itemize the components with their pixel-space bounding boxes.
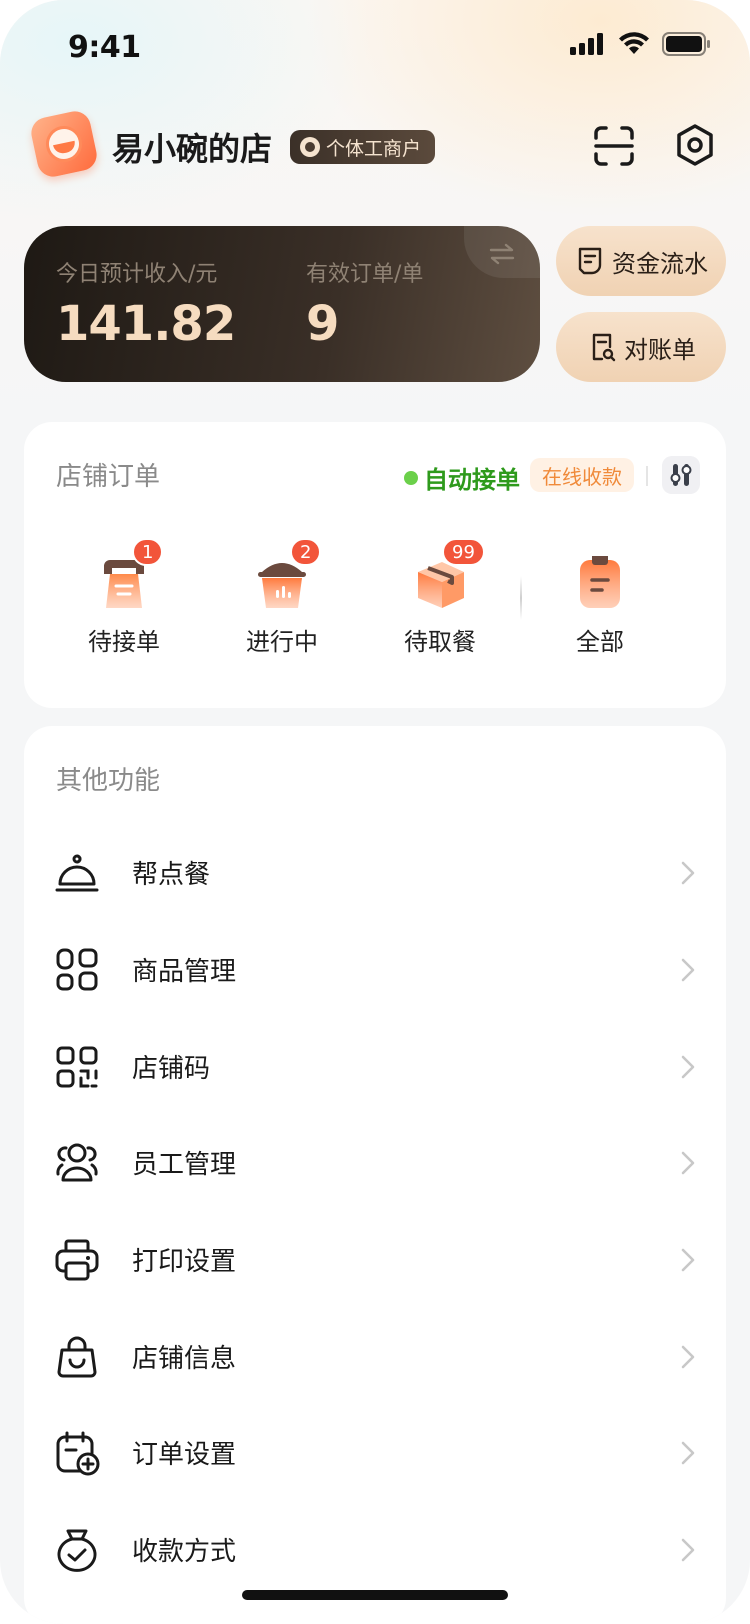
chevron-right-icon <box>681 1248 695 1272</box>
clipboard-icon <box>580 556 620 608</box>
bill-search-icon <box>592 333 616 362</box>
auto-accept-toggle[interactable]: 自动接单 <box>404 460 520 495</box>
calendar-add-icon <box>56 1431 100 1476</box>
fund-flow-label: 资金流水 <box>612 249 708 278</box>
service-bell-icon <box>55 854 99 892</box>
other-functions-card: 其他功能 帮点餐 商品管理 店铺码 员工管理 打印设置 店铺信息 订单设置 收款… <box>24 726 726 1624</box>
merchant-type-label: 个体工商户 <box>326 137 422 160</box>
in-progress-label: 进行中 <box>246 628 318 656</box>
pending-pickup-icon-wrap: 99 <box>412 538 485 612</box>
order-pending-pickup[interactable]: 99 待取餐 <box>370 538 510 657</box>
phone-screen: 9:41 易小碗的店 个体工商户 今日预计收入/元 141.82 有效订单/单 … <box>0 0 750 1624</box>
in-progress-badge: 2 <box>290 538 322 566</box>
wifi-icon <box>619 32 649 54</box>
pending-pickup-label: 待取餐 <box>404 628 476 656</box>
all-orders-label: 全部 <box>576 628 624 656</box>
func-row-product-manage[interactable]: 商品管理 <box>24 921 726 1017</box>
settings-icon[interactable] <box>672 122 718 168</box>
users-icon <box>56 1143 98 1182</box>
other-functions-title: 其他功能 <box>56 766 161 796</box>
store-name[interactable]: 易小碗的店 <box>112 124 272 170</box>
grid-apps-icon <box>56 948 98 991</box>
func-row-store-info[interactable]: 店铺信息 <box>24 1308 726 1404</box>
chevron-right-icon <box>681 1538 695 1562</box>
order-divider <box>520 576 522 620</box>
chevron-right-icon <box>681 861 695 885</box>
printer-icon <box>55 1239 99 1281</box>
help-order-label: 帮点餐 <box>132 860 211 890</box>
order-status-list: 1 待接单 2 进行中 99 待取餐 全部 <box>24 538 726 672</box>
order-in-progress[interactable]: 2 进行中 <box>212 538 352 657</box>
func-row-payment-method[interactable]: 收款方式 <box>24 1501 726 1597</box>
order-settings-label: 订单设置 <box>132 1440 237 1470</box>
pending-pickup-badge: 99 <box>442 538 485 566</box>
func-row-store-code[interactable]: 店铺码 <box>24 1018 726 1114</box>
print-settings-label: 打印设置 <box>132 1247 237 1277</box>
valid-orders-label: 有效订单/单 <box>306 262 424 287</box>
chevron-right-icon <box>681 1055 695 1079</box>
filter-sliders-icon[interactable] <box>662 456 700 494</box>
status-time: 9:41 <box>68 30 141 65</box>
func-row-staff-manage[interactable]: 员工管理 <box>24 1114 726 1210</box>
func-row-print-settings[interactable]: 打印设置 <box>24 1211 726 1307</box>
chevron-right-icon <box>681 958 695 982</box>
all-orders-icon-wrap <box>572 552 628 612</box>
func-row-order-settings[interactable]: 订单设置 <box>24 1404 726 1500</box>
chevron-right-icon <box>681 1441 695 1465</box>
cellular-signal-icon <box>570 33 603 55</box>
reconciliation-button[interactable]: 对账单 <box>556 312 726 382</box>
fund-flow-button[interactable]: 资金流水 <box>556 226 726 296</box>
online-pay-tag[interactable]: 在线收款 <box>530 458 634 492</box>
bowl-icon <box>42 122 86 166</box>
today-income-value: 141.82 <box>56 296 236 352</box>
pending-accept-label: 待接单 <box>88 628 160 656</box>
merchant-type-badge: 个体工商户 <box>290 130 436 164</box>
store-orders-title: 店铺订单 <box>56 462 161 492</box>
in-progress-icon-wrap: 2 <box>254 538 322 612</box>
store-header: 易小碗的店 个体工商户 <box>0 108 750 186</box>
func-row-help-order[interactable]: 帮点餐 <box>24 824 726 920</box>
receipt-icon <box>578 247 602 275</box>
status-bar: 9:41 <box>0 0 750 100</box>
payment-method-label: 收款方式 <box>132 1537 237 1567</box>
auto-accept-label: 自动接单 <box>424 466 520 494</box>
store-orders-card: 店铺订单 自动接单 在线收款 1 待接单 2 进行中 99 待取餐 全部 <box>24 422 726 708</box>
today-income-label: 今日预计收入/元 <box>56 262 218 287</box>
money-bag-icon <box>57 1529 97 1572</box>
store-info-label: 店铺信息 <box>132 1344 237 1374</box>
shopping-bag-icon <box>57 1336 97 1378</box>
status-dot <box>404 470 418 485</box>
product-manage-label: 商品管理 <box>132 957 237 987</box>
scan-icon[interactable] <box>592 124 636 168</box>
store-code-label: 店铺码 <box>132 1054 211 1084</box>
income-summary-card[interactable]: 今日预计收入/元 141.82 有效订单/单 9 <box>24 226 540 382</box>
pending-accept-icon-wrap: 1 <box>96 538 164 612</box>
qr-code-icon <box>56 1046 98 1088</box>
reconciliation-label: 对账单 <box>624 335 696 364</box>
valid-orders-value: 9 <box>306 296 339 352</box>
pending-accept-badge: 1 <box>132 538 164 566</box>
store-logo[interactable] <box>28 108 100 180</box>
battery-icon <box>662 32 710 56</box>
separator <box>646 466 648 486</box>
status-icons <box>570 32 712 56</box>
order-all[interactable]: 全部 <box>530 552 670 657</box>
home-indicator[interactable] <box>242 1590 508 1600</box>
swap-icon[interactable] <box>488 242 516 266</box>
order-pending-accept[interactable]: 1 待接单 <box>54 538 194 657</box>
shop-badge-icon <box>300 137 320 157</box>
chevron-right-icon <box>681 1151 695 1175</box>
staff-manage-label: 员工管理 <box>132 1150 237 1180</box>
chevron-right-icon <box>681 1345 695 1369</box>
